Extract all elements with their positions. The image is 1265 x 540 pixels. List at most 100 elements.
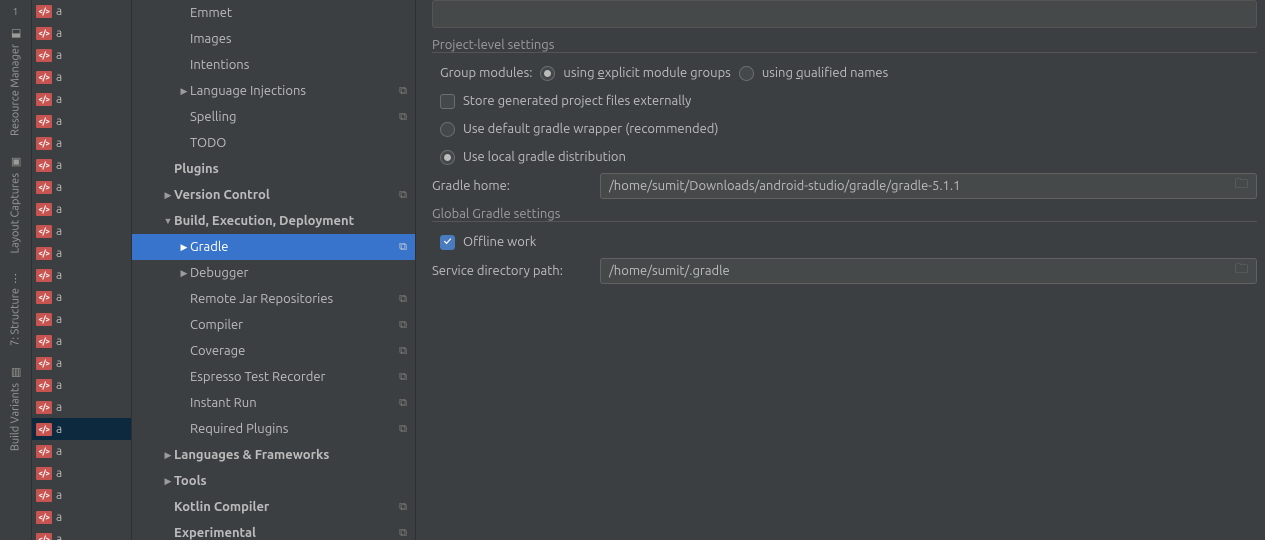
project-file-row[interactable]: </>a — [32, 132, 131, 154]
settings-tree-item[interactable]: ▶Languages & Frameworks — [132, 442, 415, 468]
tool-tab-structure[interactable]: 7: Structure ⋮ — [7, 263, 24, 356]
settings-tree-item[interactable]: ▶Version Control⧉ — [132, 182, 415, 208]
settings-tree-item-label: Build, Execution, Deployment — [174, 214, 407, 228]
project-file-label: a — [56, 115, 62, 128]
service-dir-input[interactable]: /home/sumit/.gradle 🗀 — [600, 258, 1257, 284]
settings-tree-item[interactable]: Plugins — [132, 156, 415, 182]
project-file-label: a — [56, 335, 62, 348]
settings-tree-item[interactable]: ▶Debugger — [132, 260, 415, 286]
project-file-row[interactable]: </>a — [32, 242, 131, 264]
project-level-heading: Project-level settings — [432, 38, 1257, 53]
project-file-row[interactable]: </>a — [32, 528, 131, 540]
radio-qualified-names[interactable] — [739, 66, 754, 81]
project-file-row[interactable]: </>a — [32, 110, 131, 132]
project-file-row[interactable]: </>a — [32, 462, 131, 484]
settings-tree-item[interactable]: Compiler⧉ — [132, 312, 415, 338]
offline-work-row[interactable]: Offline work — [432, 228, 1257, 256]
chevron-right-icon[interactable]: ▶ — [178, 268, 190, 279]
settings-tree-item[interactable]: Spelling⧉ — [132, 104, 415, 130]
checkbox-store-externally-label[interactable]: Store generated project files externally — [463, 94, 691, 108]
radio-explicit-groups[interactable] — [540, 66, 555, 81]
project-file-row[interactable]: </>a — [32, 484, 131, 506]
gradle-home-row: Gradle home: /home/sumit/Downloads/andro… — [432, 171, 1257, 201]
settings-tree-item-label: Emmet — [190, 6, 407, 20]
top-text-area[interactable] — [432, 0, 1257, 28]
project-file-label: a — [56, 203, 62, 216]
checkbox-offline-work-label[interactable]: Offline work — [463, 235, 536, 249]
project-file-row[interactable]: </>a — [32, 308, 131, 330]
settings-tree[interactable]: Emmet ImagesIntentions▶Language Injection… — [132, 0, 416, 540]
gradle-home-input[interactable]: /home/sumit/Downloads/android-studio/gra… — [600, 173, 1257, 199]
project-file-row[interactable]: </>a — [32, 154, 131, 176]
settings-tree-item-label: Required Plugins — [190, 422, 399, 436]
browse-folder-icon[interactable]: 🗀 — [1235, 260, 1248, 282]
settings-tree-item[interactable]: ▶Tools — [132, 468, 415, 494]
chevron-right-icon[interactable]: ▶ — [162, 450, 174, 461]
project-file-row[interactable]: </>a — [32, 198, 131, 220]
project-file-row[interactable]: </>a — [32, 264, 131, 286]
chevron-right-icon[interactable]: ▶ — [162, 190, 174, 201]
settings-tree-item[interactable]: Kotlin Compiler⧉ — [132, 494, 415, 520]
radio-local-distribution[interactable] — [440, 150, 455, 165]
settings-tree-item[interactable]: Instant Run⧉ — [132, 390, 415, 416]
tool-tab-build-variants[interactable]: Build Variants ▤ — [7, 356, 24, 461]
project-file-row[interactable]: </>a — [32, 440, 131, 462]
project-file-row[interactable]: </>a — [32, 44, 131, 66]
project-file-row[interactable]: </>a — [32, 352, 131, 374]
chevron-right-icon[interactable]: ▶ — [178, 242, 190, 253]
radio-default-wrapper-label[interactable]: Use default gradle wrapper (recommended) — [463, 122, 719, 136]
settings-tree-item[interactable]: Experimental⧉ — [132, 520, 415, 540]
tool-tab-resource-manager[interactable]: Resource Manager ◧ — [7, 17, 24, 146]
settings-tree-item-label: Coverage — [190, 344, 399, 358]
settings-tree-item-label: Kotlin Compiler — [174, 500, 399, 514]
project-file-row[interactable]: </>a — [32, 88, 131, 110]
chevron-right-icon[interactable]: ▶ — [178, 86, 190, 97]
settings-tree-item[interactable]: Coverage⧉ — [132, 338, 415, 364]
project-file-row[interactable]: </>a — [32, 418, 131, 440]
xml-file-icon: </> — [36, 423, 52, 436]
tool-tab-layout-captures[interactable]: Layout Captures ▣ — [7, 146, 24, 264]
project-file-row[interactable]: </>a — [32, 286, 131, 308]
radio-explicit-groups-label[interactable]: using explicit module groups — [563, 66, 730, 80]
project-file-row[interactable]: </>a — [32, 66, 131, 88]
settings-tree-item[interactable]: Images — [132, 26, 415, 52]
use-local-dist-row[interactable]: Use local gradle distribution — [432, 143, 1257, 171]
xml-file-icon: </> — [36, 225, 52, 238]
settings-content: Project-level settings Group modules: us… — [416, 0, 1265, 540]
radio-qualified-names-label[interactable]: using qualified names — [762, 66, 888, 80]
settings-tree-item[interactable]: ▶Gradle⧉ — [132, 234, 415, 260]
xml-file-icon: </> — [36, 181, 52, 194]
settings-tree-item[interactable]: Remote Jar Repositories⧉ — [132, 286, 415, 312]
per-project-badge-icon: ⧉ — [399, 501, 407, 514]
checkbox-store-externally[interactable] — [440, 94, 455, 109]
use-default-wrapper-row[interactable]: Use default gradle wrapper (recommended) — [432, 115, 1257, 143]
project-file-row[interactable]: </>a — [32, 506, 131, 528]
chevron-right-icon[interactable]: ▶ — [162, 476, 174, 487]
settings-tree-item[interactable]: ▼Build, Execution, Deployment — [132, 208, 415, 234]
settings-tree-item[interactable]: Espresso Test Recorder⧉ — [132, 364, 415, 390]
settings-tree-item[interactable]: Required Plugins⧉ — [132, 416, 415, 442]
project-file-label: a — [56, 445, 62, 458]
service-dir-label: Service directory path: — [432, 264, 592, 278]
project-file-row[interactable]: </>a — [32, 0, 131, 22]
xml-file-icon: </> — [36, 5, 52, 18]
checkbox-offline-work[interactable] — [440, 235, 455, 250]
project-file-label: a — [56, 247, 62, 260]
radio-local-distribution-label[interactable]: Use local gradle distribution — [463, 150, 626, 164]
settings-tree-item[interactable]: TODO — [132, 130, 415, 156]
chevron-down-icon[interactable]: ▼ — [162, 216, 174, 226]
xml-file-icon: </> — [36, 379, 52, 392]
project-file-row[interactable]: </>a — [32, 396, 131, 418]
project-file-row[interactable]: </>a — [32, 220, 131, 242]
project-file-row[interactable]: </>a — [32, 374, 131, 396]
radio-default-wrapper[interactable] — [440, 122, 455, 137]
settings-tree-item[interactable]: Emmet — [132, 0, 415, 26]
browse-folder-icon[interactable]: 🗀 — [1235, 175, 1248, 197]
project-file-row[interactable]: </>a — [32, 330, 131, 352]
store-externally-row[interactable]: Store generated project files externally — [432, 87, 1257, 115]
project-file-row[interactable]: </>a — [32, 22, 131, 44]
settings-tree-item[interactable]: ▶Language Injections⧉ — [132, 78, 415, 104]
project-file-row[interactable]: </>a — [32, 176, 131, 198]
settings-tree-item[interactable]: Intentions — [132, 52, 415, 78]
project-tree-strip[interactable]: </>a</>a</>a</>a</>a</>a</>a</>a</>a</>a… — [32, 0, 132, 540]
